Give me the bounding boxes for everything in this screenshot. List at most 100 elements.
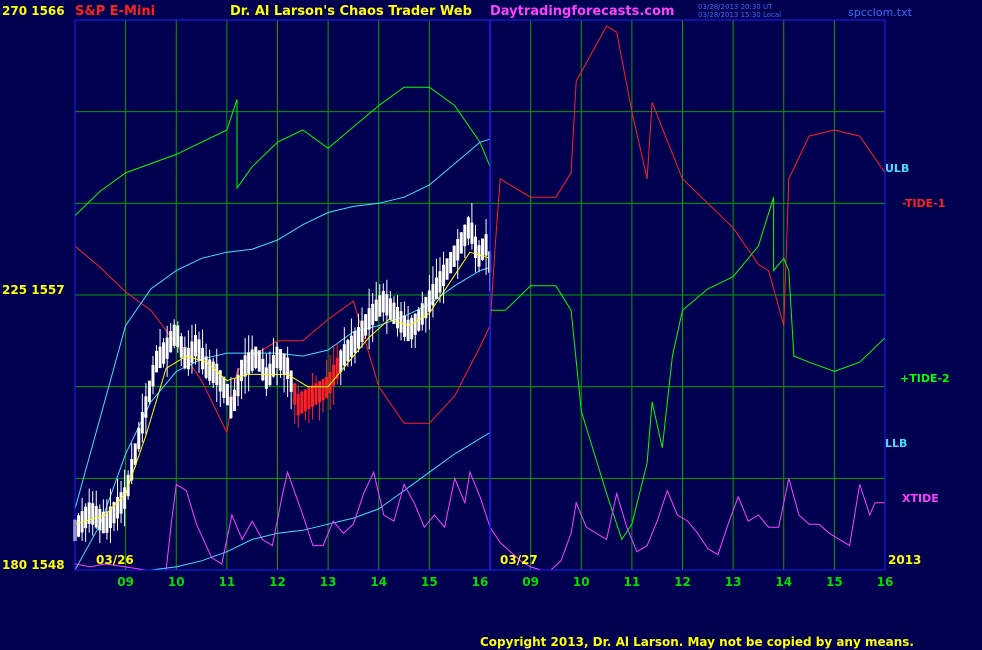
price-bar-body <box>264 367 268 389</box>
price-bar-body <box>286 357 290 380</box>
price-bar-body <box>434 277 438 299</box>
price-bar-body <box>193 335 197 357</box>
y-label-top: 270 1566 <box>2 4 65 18</box>
price-bar-body <box>137 427 141 450</box>
x-tick-label: 13 <box>724 575 742 589</box>
x-tick-label: 11 <box>218 575 236 589</box>
price-bar-body <box>151 364 155 387</box>
chart-grid <box>75 20 885 570</box>
price-bar-body <box>162 342 166 364</box>
site-link[interactable]: Daytradingforecasts.com <box>490 4 674 19</box>
price-bar-body <box>215 363 219 386</box>
price-bar-body <box>410 317 414 340</box>
chart-series <box>74 25 886 571</box>
price-bar-body <box>282 353 286 375</box>
price-bar-body <box>342 344 346 366</box>
price-bar-body <box>176 325 180 347</box>
series-line-tide2 <box>74 86 886 541</box>
x-tick-label: 12 <box>674 575 691 589</box>
price-bar-body <box>442 264 446 287</box>
price-bar-body <box>374 299 378 321</box>
series-line-mid <box>74 267 491 571</box>
price-bar-body <box>279 349 283 371</box>
price-bar-body <box>144 396 148 418</box>
price-bar-body <box>300 391 304 414</box>
x-tick-label: 09 <box>522 575 539 589</box>
x-tick-label: 11 <box>623 575 641 589</box>
price-bar-body <box>158 346 162 369</box>
price-bar-body <box>147 380 151 403</box>
price-bar-body <box>250 349 254 371</box>
price-bar-body <box>91 503 95 525</box>
x-tick-label: 16 <box>876 575 894 589</box>
price-bar-body <box>406 319 410 342</box>
price-bar-body <box>360 320 364 343</box>
price-bar-body <box>119 492 123 514</box>
price-bar-body <box>222 376 226 398</box>
price-bar-body <box>431 284 435 306</box>
price-bar-body <box>140 412 144 434</box>
price-bar-body <box>229 396 233 419</box>
price-bar-body <box>190 341 194 363</box>
price-bars <box>73 202 492 559</box>
series-line-xtide <box>74 470 885 571</box>
price-bar-body <box>225 383 229 406</box>
price-bar-body <box>172 324 176 347</box>
x-tick-label: 10 <box>167 575 185 589</box>
price-bar-body <box>201 347 205 370</box>
price-bar-body <box>77 515 81 537</box>
price-bar-body <box>403 315 407 337</box>
timestamp-ut: 03/28/2013 20:30 UT <box>698 3 773 11</box>
series-line-ulb <box>74 138 491 510</box>
price-bar-body <box>364 314 368 336</box>
x-tick-label: 15 <box>826 575 843 589</box>
price-bar-body <box>388 298 392 320</box>
label-ulb: ULB <box>885 162 910 175</box>
x-tick-label: 10 <box>572 575 590 589</box>
price-bar-body <box>261 358 265 381</box>
price-bar-body <box>296 394 300 416</box>
price-bar-body <box>240 359 244 382</box>
price-bar-body <box>98 508 102 531</box>
y-label-mid: 225 1557 <box>2 283 65 297</box>
price-bar-body <box>271 355 275 377</box>
x-tick-label: 09 <box>117 575 134 589</box>
price-bar-body <box>463 224 467 247</box>
price-bar-body <box>378 295 382 317</box>
price-bar-body <box>289 370 293 392</box>
ema-line <box>74 251 491 525</box>
price-bar-body <box>349 335 353 358</box>
price-bar-body <box>275 346 279 369</box>
price-bar-body <box>247 352 251 374</box>
price-bar-body <box>420 303 424 325</box>
x-tick-label: 14 <box>775 575 793 589</box>
price-bar-body <box>470 222 474 244</box>
copyright-notice: Copyright 2013, Dr. Al Larson. May not b… <box>480 635 914 649</box>
price-bar-body <box>456 239 460 261</box>
price-bar-body <box>427 290 431 312</box>
price-bar-body <box>293 383 297 405</box>
chart-title: Dr. Al Larson's Chaos Trader Web <box>230 4 472 19</box>
price-bar-body <box>123 487 127 509</box>
price-bar-body <box>371 303 375 326</box>
price-bar-body <box>204 356 208 378</box>
price-bar-body <box>211 361 215 383</box>
price-bar-body <box>179 336 183 358</box>
price-bar-body <box>484 234 488 256</box>
price-bar-body <box>466 217 470 239</box>
price-bar-body <box>169 331 173 353</box>
price-bar-body <box>332 364 336 387</box>
label-tide2: +TIDE-2 <box>900 372 950 385</box>
price-bar-body <box>243 355 247 377</box>
y-label-bottom: 180 1548 <box>2 558 65 572</box>
label-tide1: -TIDE-1 <box>902 197 946 210</box>
price-bar-body <box>165 337 169 359</box>
price-bar-body <box>339 350 343 372</box>
price-bar-body <box>318 381 322 403</box>
x-tick-label: 14 <box>370 575 388 589</box>
price-bar-body <box>353 331 357 353</box>
price-bar-body <box>232 389 236 412</box>
label-xtide: XTIDE <box>902 492 939 505</box>
price-bar-body <box>325 376 329 399</box>
price-bar-body <box>257 350 261 372</box>
